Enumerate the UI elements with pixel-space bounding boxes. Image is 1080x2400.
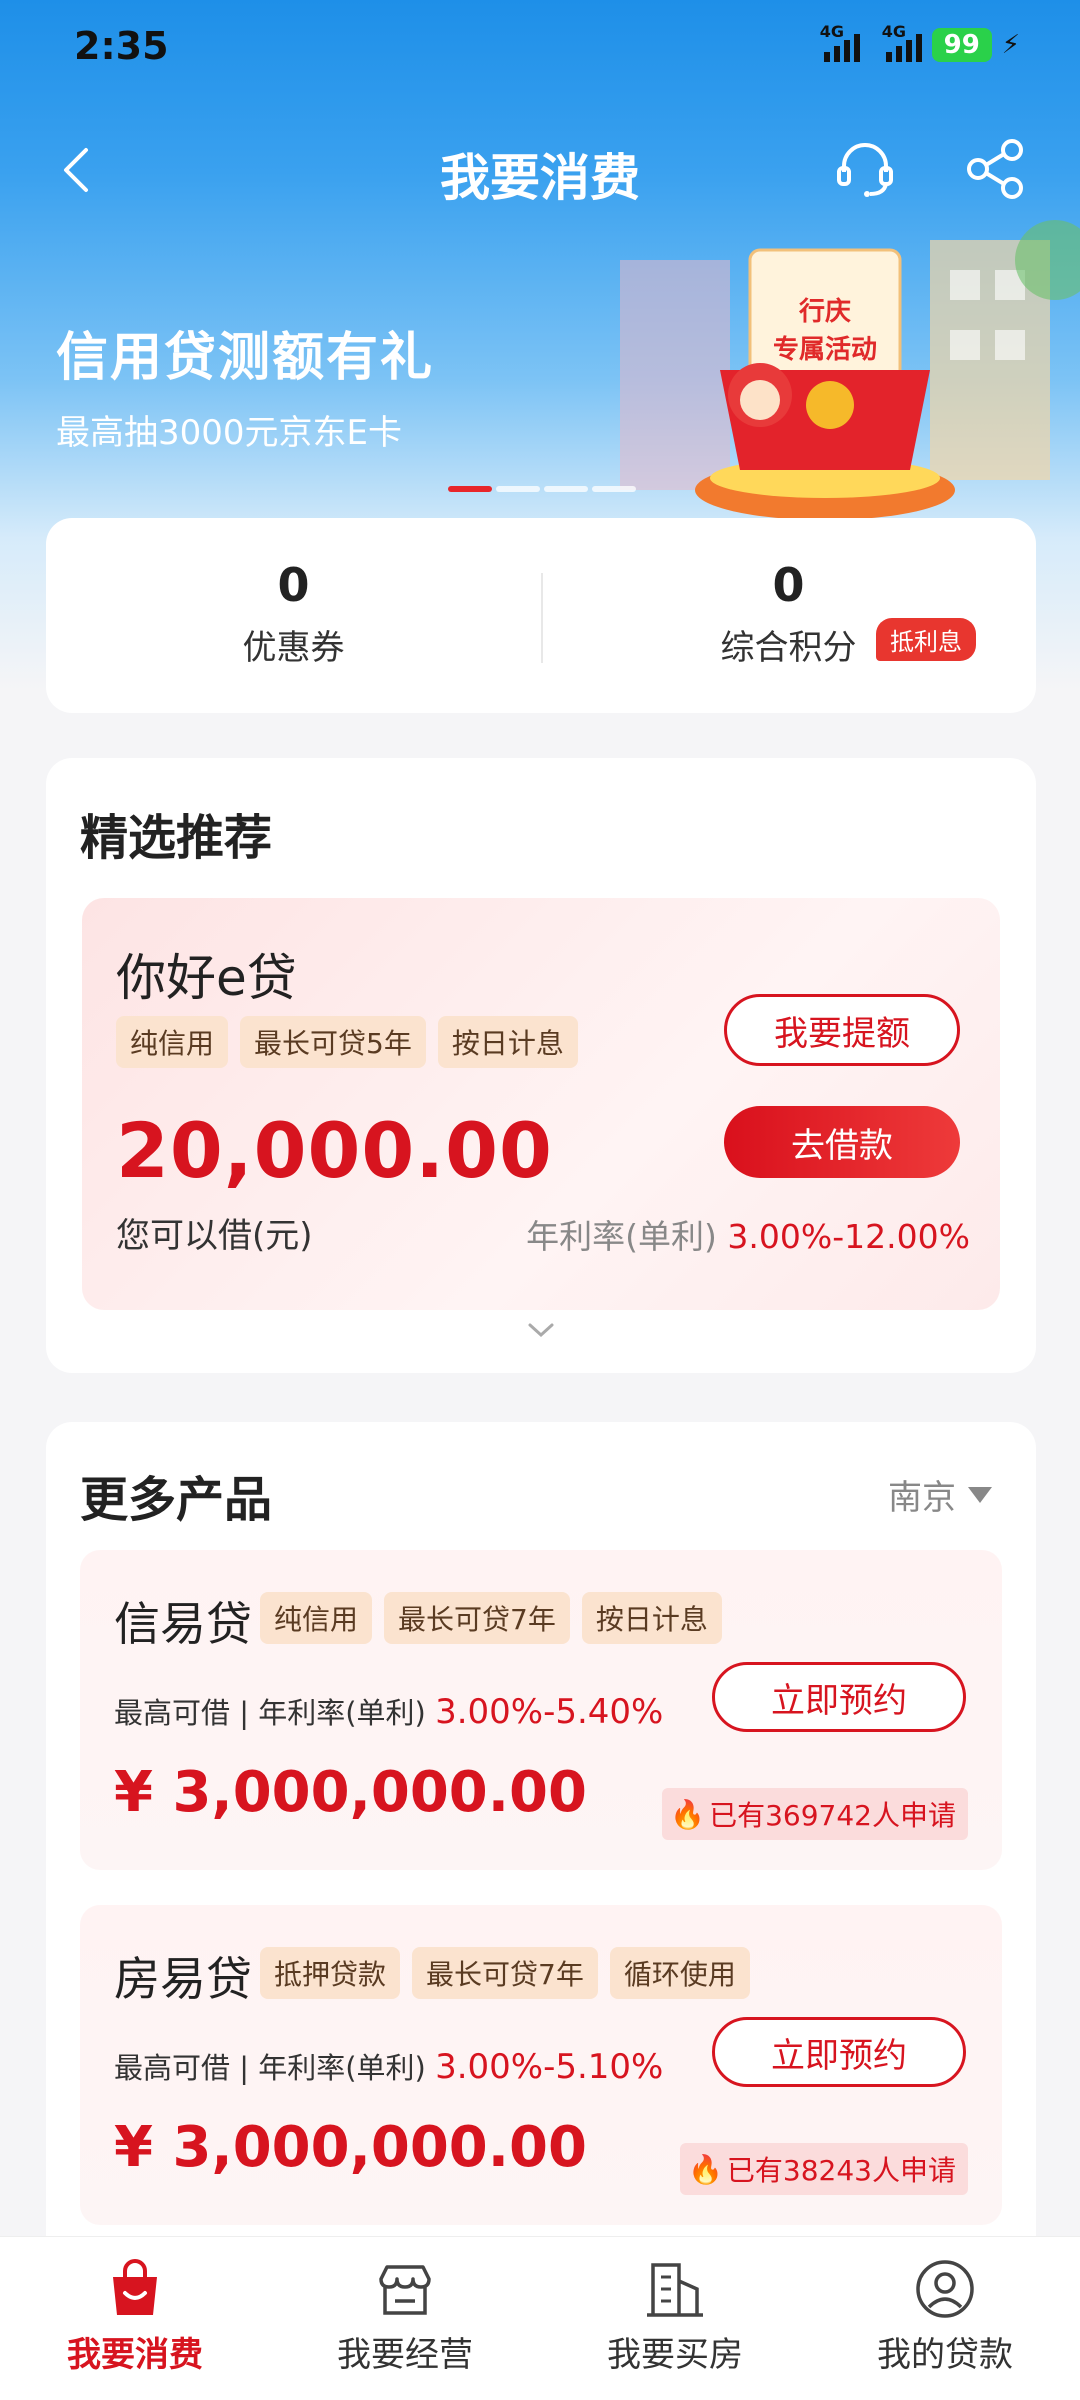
nav-label: 我要买房 [607, 2335, 743, 2375]
rate-value: 3.00%-12.00% [727, 1217, 970, 1256]
nav-item-business[interactable]: 我要经营 [270, 2237, 540, 2400]
network-type-2: 4G [881, 22, 906, 41]
rate-value: 3.00%-5.40% [435, 1692, 664, 1732]
product-name: 房易贷 [114, 1952, 252, 2006]
nav-label: 我要经营 [337, 2335, 473, 2375]
illustration-text-2: 专属活动 [773, 335, 877, 365]
banner-subtitle: 最高抽3000元京东E卡 [56, 413, 403, 453]
product-tag: 纯信用 [260, 1592, 373, 1644]
carousel-indicator [448, 486, 636, 492]
rate-label: 年利率(单利) [526, 1217, 717, 1256]
more-products-title: 更多产品 [80, 1472, 273, 1528]
nav-item-consume[interactable]: 我要消费 [0, 2237, 270, 2400]
max-amount: ¥ 3,000,000.00 [114, 1760, 587, 1825]
rate-label: 最高可借 | 年利率(单利) [114, 2051, 426, 2085]
product-name: 信易贷 [114, 1597, 252, 1651]
status-time: 2:35 [74, 24, 169, 68]
carousel-dot-1[interactable] [448, 486, 492, 492]
nav-item-my-loans[interactable]: 我的贷款 [810, 2237, 1080, 2400]
applied-text: 已有369742人申请 [709, 1799, 956, 1832]
loan-amount: 20,000.00 [116, 1106, 553, 1195]
product-tag: 最长可贷7年 [412, 1947, 598, 1999]
points-count: 0 [772, 558, 805, 612]
coupons-stat[interactable]: 0 优惠券 [46, 558, 541, 669]
nav-label: 我要消费 [67, 2335, 203, 2375]
illustration-text-1: 行庆 [798, 296, 851, 327]
featured-product[interactable]: 你好e贷 纯信用 最长可贷5年 按日计息 20,000.00 您可以借(元) 年… [82, 898, 1000, 1310]
battery-icon: 99 [931, 28, 992, 62]
applied-count: 🔥 已有38243人申请 [680, 2143, 968, 2195]
rate-label: 最高可借 | 年利率(单利) [114, 1696, 426, 1730]
product-tag: 纯信用 [116, 1016, 229, 1068]
city-label: 南京 [888, 1478, 956, 1518]
reserve-button[interactable]: 立即预约 [712, 2017, 966, 2087]
product-tag: 循环使用 [609, 1947, 750, 1999]
fire-icon: 🔥 [670, 1797, 706, 1831]
signal-icon-2: 4G [882, 22, 922, 62]
carousel-dot-3[interactable] [544, 486, 588, 492]
max-amount: ¥ 3,000,000.00 [114, 2115, 587, 2180]
stats-card: 0 优惠券 0 综合积分 抵利息 [46, 518, 1036, 713]
applied-count: 🔥 已有369742人申请 [662, 1788, 968, 1840]
reserve-button[interactable]: 立即预约 [712, 1662, 966, 1732]
charging-icon: ⚡ [1001, 30, 1020, 60]
applied-text: 已有38243人申请 [726, 2154, 956, 2187]
borrow-button[interactable]: 去借款 [724, 1106, 960, 1178]
fire-icon: 🔥 [688, 2152, 723, 2186]
carousel-dot-4[interactable] [592, 486, 636, 492]
rate-value: 3.00%-5.10% [435, 2047, 664, 2087]
product-card[interactable]: 信易贷 纯信用 最长可贷7年 按日计息 最高可借 | 年利率(单利) 3.00%… [80, 1550, 1002, 1870]
shopping-bag-icon [113, 2259, 157, 2315]
banner-title[interactable]: 信用贷测额有礼 [56, 315, 434, 390]
product-name: 你好e贷 [116, 949, 297, 1007]
nav-item-house[interactable]: 我要买房 [540, 2237, 810, 2400]
product-tags: 纯信用 最长可贷5年 按日计息 [116, 1016, 578, 1068]
loan-amount-label: 您可以借(元) [116, 1216, 313, 1256]
product-rate-line: 最高可借 | 年利率(单利) 3.00%-5.10% [114, 2045, 663, 2087]
dropdown-icon [968, 1486, 992, 1503]
recommend-title: 精选推荐 [80, 810, 273, 866]
signal-icon: 4G [820, 22, 860, 62]
bottom-nav: 我要消费 我要经营 我要买房 我的贷款 [0, 2236, 1080, 2400]
banner-illustration[interactable]: 行庆 专属活动 [600, 200, 1080, 530]
interest-rate: 年利率(单利) 3.00%-12.00% [526, 1210, 970, 1258]
chevron-down-icon[interactable] [526, 1320, 556, 1340]
nav-label: 我的贷款 [877, 2335, 1013, 2375]
product-tag: 按日计息 [581, 1592, 722, 1644]
product-tags: 抵押贷款 最长可贷7年 循环使用 [260, 1947, 750, 1999]
product-tag: 最长可贷5年 [240, 1016, 426, 1068]
raise-limit-button[interactable]: 我要提额 [724, 994, 960, 1066]
interest-deduct-badge: 抵利息 [876, 618, 976, 661]
coupons-count: 0 [277, 558, 310, 612]
carousel-dot-2[interactable] [496, 486, 540, 492]
product-card[interactable]: 房易贷 抵押贷款 最长可贷7年 循环使用 最高可借 | 年利率(单利) 3.00… [80, 1905, 1002, 2225]
building-icon [647, 2263, 703, 2317]
product-tag: 最长可贷7年 [384, 1592, 570, 1644]
customer-service-icon[interactable] [830, 134, 900, 204]
product-tags: 纯信用 最长可贷7年 按日计息 [260, 1592, 722, 1644]
status-icons: 4G 4G 99 ⚡ [820, 22, 1020, 62]
product-rate-line: 最高可借 | 年利率(单利) 3.00%-5.40% [114, 1690, 663, 1732]
product-tag: 抵押贷款 [260, 1947, 401, 1999]
network-type: 4G [819, 22, 844, 41]
status-bar: 2:35 4G 4G 99 ⚡ [0, 0, 1080, 100]
recommend-card: 精选推荐 你好e贷 纯信用 最长可贷5年 按日计息 20,000.00 您可以借… [46, 758, 1036, 1373]
city-selector[interactable]: 南京 [888, 1470, 992, 1519]
store-icon [379, 2265, 431, 2315]
user-icon [916, 2260, 974, 2318]
coupons-label: 优惠券 [242, 628, 345, 668]
share-icon[interactable] [960, 134, 1030, 204]
product-tag: 按日计息 [437, 1016, 578, 1068]
